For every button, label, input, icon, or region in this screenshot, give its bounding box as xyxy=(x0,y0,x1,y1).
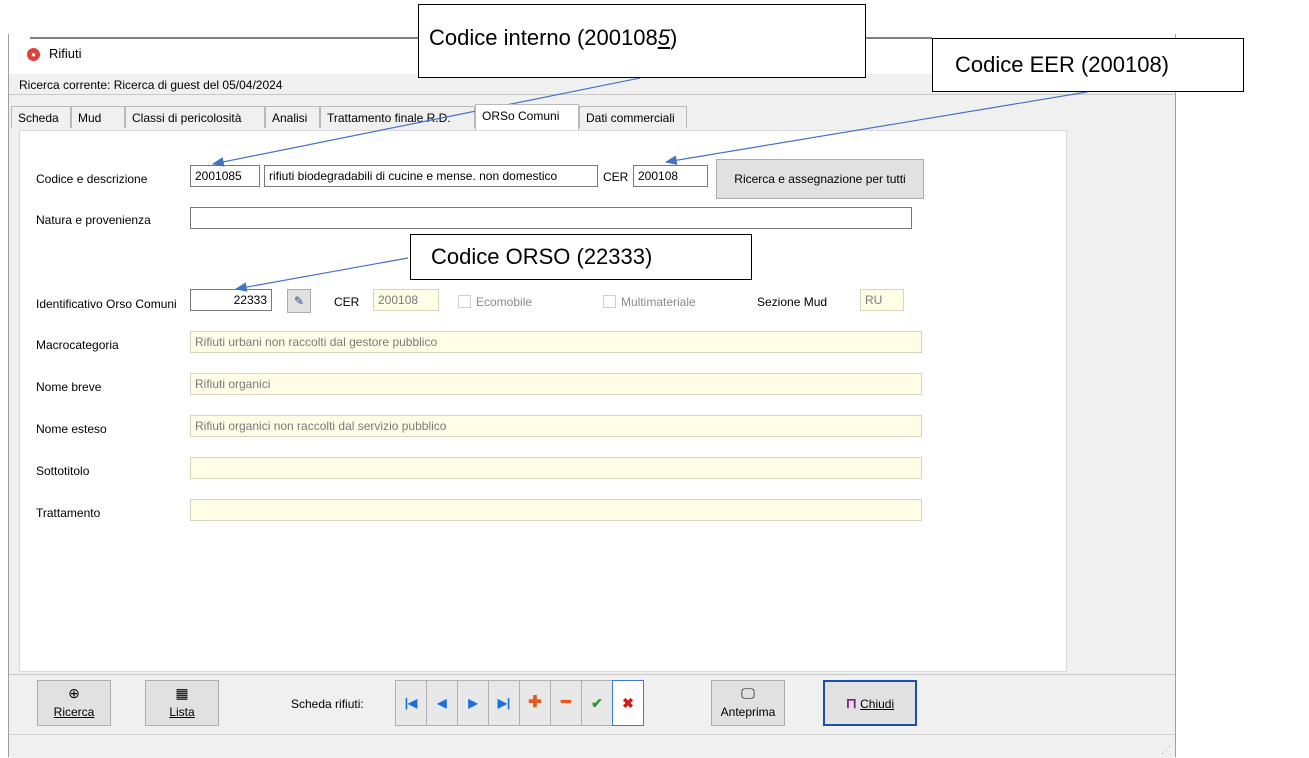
sezione-mud-field: RU xyxy=(860,289,904,311)
tab-dati-commerciali[interactable]: Dati commerciali xyxy=(579,106,687,128)
resize-grip-icon[interactable]: ⋰ xyxy=(1161,745,1171,756)
anteprima-button-label: Anteprima xyxy=(720,705,776,719)
tab-mud[interactable]: Mud xyxy=(71,106,125,128)
codice-field[interactable]: 2001085 xyxy=(190,165,260,187)
assign-all-button[interactable]: Ricerca e assegnazione per tutti xyxy=(716,159,924,199)
bottom-toolbar: ⊕ Ricerca ▦ Lista Scheda rifiuti: |◀ ◀ ▶… xyxy=(9,674,1175,731)
cer-label: CER xyxy=(603,170,629,184)
callout-codice-orso: Codice ORSO (22333) xyxy=(410,234,752,280)
scheda-rifiuti-label: Scheda rifiuti: xyxy=(291,697,364,711)
door-exit-icon: ⊓ xyxy=(845,695,857,711)
callout-interno-suffix: ) xyxy=(669,25,678,50)
sottotitolo-field xyxy=(190,457,922,479)
monitor-icon: 🖵 xyxy=(741,685,755,701)
cancel-icon[interactable]: ✖ xyxy=(612,680,644,726)
tab-scheda[interactable]: Scheda xyxy=(11,106,71,128)
tab-analisi[interactable]: Analisi xyxy=(265,106,320,128)
add-record-icon[interactable]: ✚ xyxy=(519,680,551,726)
app-icon: ● xyxy=(27,48,40,61)
confirm-icon[interactable]: ✔ xyxy=(581,680,613,726)
tab-classi-pericolosita[interactable]: Classi di pericolosità xyxy=(125,106,265,128)
callout-codice-eer: Codice EER (200108) xyxy=(932,38,1244,92)
tab-trattamento-finale[interactable]: Trattamento finale R.D. xyxy=(320,106,475,128)
nome-esteso-label: Nome esteso xyxy=(36,422,107,436)
orso-comuni-panel: Codice e descrizione 2001085 rifiuti bio… xyxy=(19,130,1067,672)
last-record-icon[interactable]: ▶| xyxy=(488,680,520,726)
callout-interno-text: Codice interno (200108 xyxy=(429,25,658,50)
cer-field[interactable]: 200108 xyxy=(633,165,708,187)
rifiuti-window: ● Rifiuti Ricerca corrente: Ricerca di g… xyxy=(8,34,1176,758)
ricerca-button-label: Ricerca xyxy=(53,705,95,719)
cer2-label: CER xyxy=(334,295,360,309)
natura-label: Natura e provenienza xyxy=(36,213,151,227)
ricerca-button[interactable]: ⊕ Ricerca xyxy=(37,680,111,726)
orso-id-field[interactable]: 22333 xyxy=(190,289,272,311)
multimateriale-checkbox[interactable] xyxy=(603,295,616,308)
ecomobile-checkbox[interactable] xyxy=(458,295,471,308)
callout-codice-interno: Codice interno (2001085) xyxy=(418,4,866,78)
next-record-icon[interactable]: ▶ xyxy=(457,680,489,726)
chiudi-button[interactable]: ⊓ Chiudi xyxy=(823,680,917,726)
nome-breve-label: Nome breve xyxy=(36,380,102,394)
macrocategoria-label: Macrocategoria xyxy=(36,338,119,352)
lista-button[interactable]: ▦ Lista xyxy=(145,680,219,726)
ecomobile-label: Ecomobile xyxy=(476,295,533,309)
status-bar: ⋰ xyxy=(9,734,1175,758)
orso-id-label: Identificativo Orso Comuni xyxy=(36,297,177,311)
trattamento-label: Trattamento xyxy=(36,506,101,520)
window-title: Rifiuti xyxy=(49,46,82,61)
macrocategoria-field: Rifiuti urbani non raccolti dal gestore … xyxy=(190,331,922,353)
callout-interno-digit: 5 xyxy=(657,25,670,50)
codice-label: Codice e descrizione xyxy=(36,172,148,186)
natura-field[interactable] xyxy=(190,207,912,229)
divider xyxy=(9,94,1175,95)
chiudi-button-label: Chiudi xyxy=(860,697,895,711)
lista-button-label: Lista xyxy=(169,705,195,719)
lookup-icon[interactable]: ✎ xyxy=(287,289,311,313)
trattamento-field xyxy=(190,499,922,521)
cer2-field: 200108 xyxy=(373,289,439,311)
delete-record-icon[interactable]: ━ xyxy=(550,680,582,726)
nome-breve-field: Rifiuti organici xyxy=(190,373,922,395)
table-icon: ▦ xyxy=(175,685,189,701)
nome-esteso-field: Rifiuti organici non raccolti dal serviz… xyxy=(190,415,922,437)
zoom-search-icon: ⊕ xyxy=(68,685,80,701)
sezione-mud-label: Sezione Mud xyxy=(757,295,828,309)
anteprima-button[interactable]: 🖵 Anteprima xyxy=(711,680,785,726)
current-search-text: Ricerca corrente: Ricerca di guest del 0… xyxy=(19,78,283,92)
previous-record-icon[interactable]: ◀ xyxy=(426,680,458,726)
first-record-icon[interactable]: |◀ xyxy=(395,680,427,726)
descrizione-field[interactable]: rifiuti biodegradabili di cucine e mense… xyxy=(264,165,598,187)
sottotitolo-label: Sottotitolo xyxy=(36,464,90,478)
multimateriale-label: Multimateriale xyxy=(621,295,696,309)
tab-orso-comuni[interactable]: ORSo Comuni xyxy=(475,104,579,130)
